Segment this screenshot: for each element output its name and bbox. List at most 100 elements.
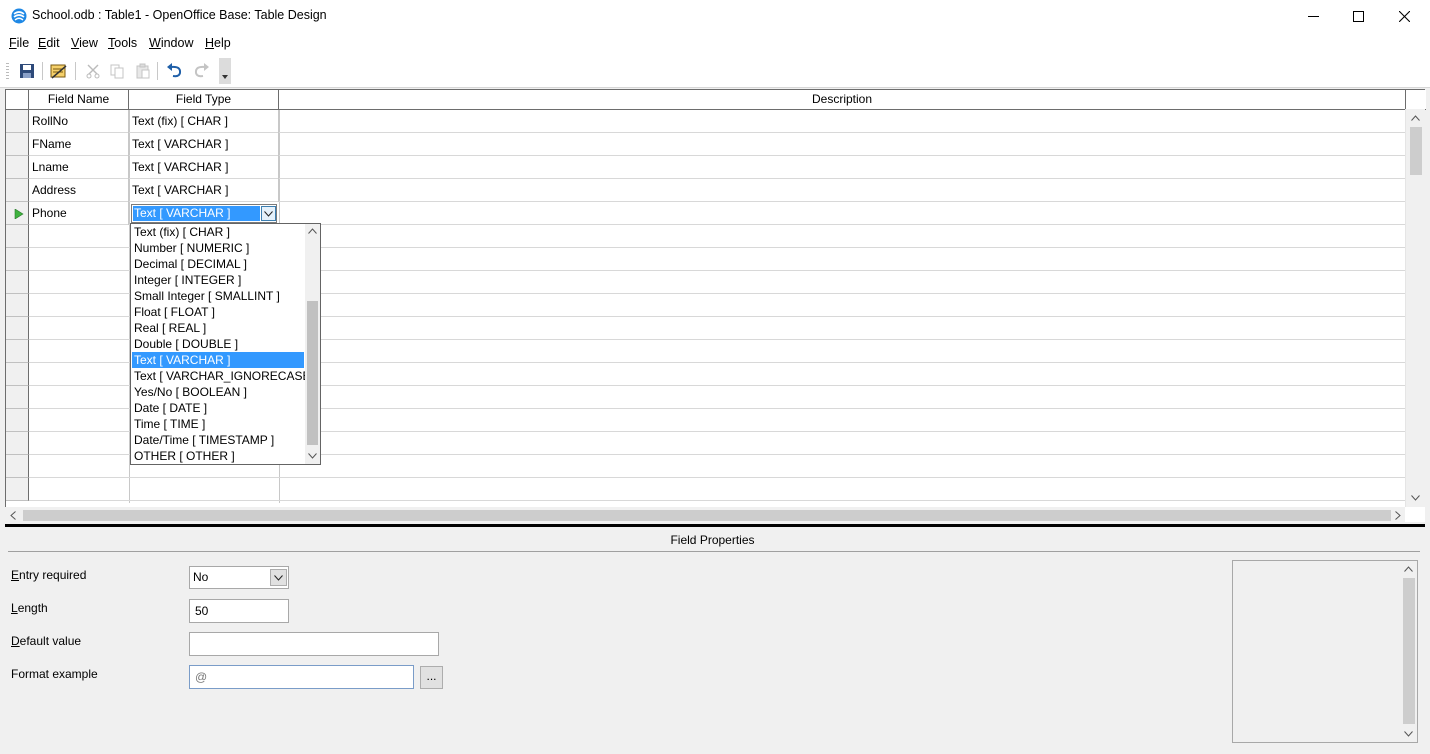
scroll-up-arrow-icon[interactable]	[308, 228, 317, 234]
length-input[interactable]: 50	[189, 599, 289, 623]
menu-file[interactable]: File	[9, 36, 29, 50]
list-item[interactable]: Number [ NUMERIC ]	[132, 240, 304, 256]
grid-horizontal-scrollbar[interactable]	[5, 507, 1405, 524]
minimize-button[interactable]	[1290, 0, 1336, 33]
list-item-selected[interactable]: Text [ VARCHAR ]	[132, 352, 304, 368]
list-item[interactable]: Real [ REAL ]	[132, 320, 304, 336]
column-header-field-name[interactable]: Field Name	[29, 90, 129, 110]
grid-vertical-scrollbar[interactable]	[1405, 109, 1425, 507]
field-name-cell[interactable]: Phone	[29, 202, 129, 225]
row-header[interactable]	[6, 455, 29, 478]
undo-button[interactable]	[165, 61, 185, 81]
combobox-dropdown-button[interactable]	[261, 206, 276, 221]
row-header[interactable]	[6, 248, 29, 271]
maximize-button[interactable]	[1335, 0, 1381, 33]
chevron-down-icon	[274, 574, 283, 581]
row-header[interactable]	[6, 271, 29, 294]
row-header[interactable]	[6, 133, 29, 156]
scroll-down-arrow-icon[interactable]	[1411, 495, 1420, 501]
default-value-input[interactable]	[189, 632, 439, 656]
field-type-cell[interactable]: Text [ VARCHAR ]	[129, 156, 279, 179]
row-header[interactable]	[6, 317, 29, 340]
list-item[interactable]: Small Integer [ SMALLINT ]	[132, 288, 304, 304]
cut-icon	[86, 64, 100, 79]
format-button[interactable]: ...	[420, 666, 443, 689]
row-header[interactable]	[6, 156, 29, 179]
row-header[interactable]	[6, 340, 29, 363]
dropdown-scroll-thumb[interactable]	[307, 301, 318, 445]
scroll-right-arrow-icon[interactable]	[1395, 511, 1401, 520]
scroll-up-arrow-icon[interactable]	[1404, 566, 1413, 572]
row-header-current[interactable]	[6, 202, 29, 225]
cut-button[interactable]	[83, 61, 103, 81]
list-item[interactable]: Double [ DOUBLE ]	[132, 336, 304, 352]
row-header[interactable]	[6, 294, 29, 317]
menu-help[interactable]: Help	[205, 36, 231, 50]
menu-window[interactable]: Window	[149, 36, 193, 50]
toolbar-separator	[42, 62, 43, 80]
field-name-cell[interactable]: Lname	[29, 156, 129, 179]
scroll-left-arrow-icon[interactable]	[10, 511, 16, 520]
save-button[interactable]	[17, 61, 37, 81]
row-header[interactable]	[6, 478, 29, 501]
row-header[interactable]	[6, 386, 29, 409]
list-item[interactable]: Text [ VARCHAR_IGNORECASE ]	[132, 368, 317, 384]
list-item[interactable]: Date/Time [ TIMESTAMP ]	[132, 432, 304, 448]
list-item[interactable]: Float [ FLOAT ]	[132, 304, 304, 320]
maximize-icon	[1352, 11, 1364, 22]
redo-button[interactable]	[191, 61, 211, 81]
field-properties-divider	[8, 551, 1420, 552]
table-row	[29, 478, 1406, 501]
menu-edit[interactable]: Edit	[38, 36, 60, 50]
field-name-cell[interactable]: RollNo	[29, 110, 129, 133]
chevron-down-icon	[264, 210, 273, 217]
field-type-cell[interactable]: Text [ VARCHAR ]	[129, 133, 279, 156]
column-header-field-type[interactable]: Field Type	[129, 90, 279, 110]
grid-vertical-scroll-thumb[interactable]	[1410, 127, 1422, 175]
help-scroll-thumb[interactable]	[1403, 578, 1415, 724]
row-header[interactable]	[6, 179, 29, 202]
list-item[interactable]: Time [ TIME ]	[132, 416, 304, 432]
row-header[interactable]	[6, 363, 29, 386]
field-name-cell[interactable]: Address	[29, 179, 129, 202]
copy-button[interactable]	[107, 61, 127, 81]
dropdown-scrollbar[interactable]	[305, 224, 320, 464]
field-type-dropdown-list[interactable]: Text (fix) [ CHAR ] Number [ NUMERIC ] D…	[130, 223, 321, 465]
entry-required-dropdown-button[interactable]	[270, 569, 287, 586]
help-scrollbar[interactable]	[1401, 561, 1417, 742]
row-header[interactable]	[6, 110, 29, 133]
paste-button[interactable]	[133, 61, 153, 81]
close-icon	[1398, 11, 1410, 22]
list-item[interactable]: Text (fix) [ CHAR ]	[132, 224, 304, 240]
field-type-cell[interactable]: Text (fix) [ CHAR ]	[129, 110, 279, 133]
menu-tools[interactable]: Tools	[108, 36, 137, 50]
toolbar-grip[interactable]	[6, 63, 9, 79]
field-name-cell[interactable]: FName	[29, 133, 129, 156]
row-header[interactable]	[6, 432, 29, 455]
pane-splitter[interactable]	[5, 524, 1425, 527]
index-design-button[interactable]	[49, 61, 69, 81]
field-type-combobox[interactable]: Text [ VARCHAR ]	[131, 204, 277, 223]
column-header-description[interactable]: Description	[279, 90, 1406, 110]
entry-required-select[interactable]: No	[189, 566, 289, 589]
grid-horizontal-scroll-thumb[interactable]	[23, 510, 1391, 521]
list-item[interactable]: Decimal [ DECIMAL ]	[132, 256, 304, 272]
scroll-down-arrow-icon[interactable]	[1404, 731, 1413, 737]
row-header[interactable]	[6, 225, 29, 248]
toolbar-overflow-button[interactable]	[219, 58, 231, 84]
row-header[interactable]	[6, 409, 29, 432]
field-type-combobox-value[interactable]: Text [ VARCHAR ]	[133, 206, 260, 221]
undo-icon	[167, 63, 182, 78]
help-text-box	[1232, 560, 1418, 743]
scroll-up-arrow-icon[interactable]	[1411, 115, 1420, 121]
scroll-down-arrow-icon[interactable]	[308, 453, 317, 459]
list-item[interactable]: OTHER [ OTHER ]	[132, 448, 304, 464]
redo-icon	[194, 63, 209, 78]
menu-view[interactable]: View	[71, 36, 98, 50]
field-type-cell[interactable]: Text [ VARCHAR ]	[129, 179, 279, 202]
close-button[interactable]	[1381, 0, 1427, 33]
list-item[interactable]: Date [ DATE ]	[132, 400, 304, 416]
list-item[interactable]: Integer [ INTEGER ]	[132, 272, 304, 288]
format-example-input[interactable]: @	[189, 665, 414, 689]
list-item[interactable]: Yes/No [ BOOLEAN ]	[132, 384, 304, 400]
